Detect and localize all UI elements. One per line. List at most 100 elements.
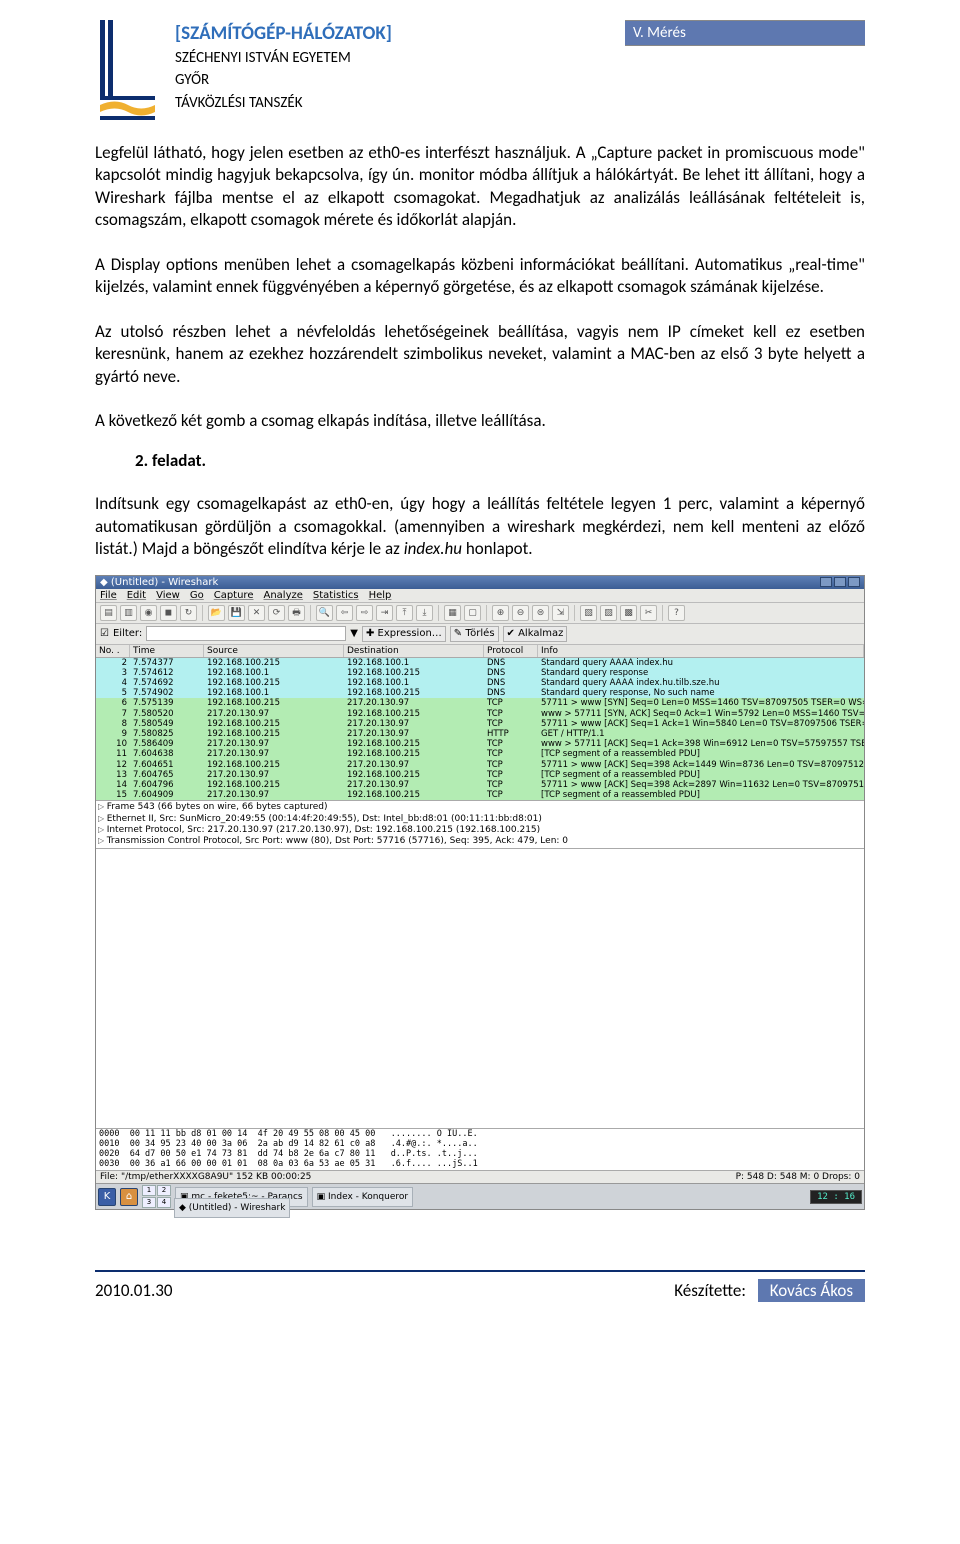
paragraph-4: A következő két gomb a csomag elkapás in…	[95, 410, 865, 432]
col-protocol[interactable]: Protocol	[484, 645, 538, 657]
dropdown-icon[interactable]: ▼	[350, 628, 358, 639]
paragraph-5: Indítsunk egy csomagelkapást az eth0-en,…	[95, 493, 865, 560]
menu-help[interactable]: Help	[369, 590, 392, 601]
menu-edit[interactable]: Edit	[127, 590, 146, 601]
tool-fwd-icon[interactable]: ⇨	[356, 605, 373, 621]
tool-print-icon[interactable]: 🖶	[288, 605, 305, 621]
kde-taskbar[interactable]: K ⌂ 1234 ▣ mc - fekete5:~ - Parancs ▣ In…	[96, 1183, 864, 1209]
tool-restart-icon[interactable]: ↻	[180, 605, 197, 621]
tool-back-icon[interactable]: ⇦	[336, 605, 353, 621]
menu-view[interactable]: View	[156, 590, 180, 601]
tool-zoom100-icon[interactable]: ⊜	[532, 605, 549, 621]
table-row[interactable]: 87.580549192.168.100.215217.20.130.97TCP…	[96, 719, 864, 729]
detail-line[interactable]: Transmission Control Protocol, Src Port:…	[98, 836, 862, 847]
table-row[interactable]: 147.604796192.168.100.215217.20.130.97TC…	[96, 780, 864, 790]
table-row[interactable]: 77.580520217.20.130.97192.168.100.215TCP…	[96, 709, 864, 719]
maximize-icon[interactable]	[834, 577, 846, 587]
paragraph-2: A Display options menüben lehet a csomag…	[95, 254, 865, 299]
table-row[interactable]: 67.575139192.168.100.215217.20.130.97TCP…	[96, 698, 864, 708]
tool-zoomin-icon[interactable]: ⊕	[492, 605, 509, 621]
packet-detail[interactable]: Frame 543 (66 bytes on wire, 66 bytes ca…	[96, 800, 864, 848]
tool-dispfilter-icon[interactable]: ▨	[600, 605, 617, 621]
window-title: (Untitled) - Wireshark	[111, 577, 218, 588]
col-source[interactable]: Source	[204, 645, 344, 657]
table-row[interactable]: 117.604638217.20.130.97192.168.100.215TC…	[96, 749, 864, 759]
kmenu-icon[interactable]: K	[98, 1188, 116, 1206]
tool-capfilter-icon[interactable]: ▧	[580, 605, 597, 621]
table-row[interactable]: 137.604765217.20.130.97192.168.100.215TC…	[96, 770, 864, 780]
tool-help-icon[interactable]: ?	[668, 605, 685, 621]
footer-label: Készítette:	[674, 1280, 746, 1301]
tool-last-icon[interactable]: ⤓	[416, 605, 433, 621]
tool-options-icon[interactable]: ▥	[120, 605, 137, 621]
tool-first-icon[interactable]: ⤒	[396, 605, 413, 621]
close-icon[interactable]	[848, 577, 860, 587]
taskbar-item[interactable]: ▣ Index - Konqueror	[312, 1187, 413, 1207]
clear-button[interactable]: ✎ Törlés	[450, 626, 499, 642]
packet-list[interactable]: 27.574377192.168.100.215192.168.100.1DNS…	[96, 658, 864, 801]
hex-dump[interactable]: 0000 00 11 11 bb d8 01 00 14 4f 20 49 55…	[96, 1128, 864, 1170]
table-row[interactable]: 27.574377192.168.100.215192.168.100.1DNS…	[96, 658, 864, 668]
menu-file[interactable]: File	[100, 590, 117, 601]
menu-statistics[interactable]: Statistics	[313, 590, 359, 601]
doc-title: [SZÁMÍTÓGÉP-HÁLÓZATOK]	[175, 22, 392, 45]
menu-capture[interactable]: Capture	[214, 590, 254, 601]
table-row[interactable]: 97.580825192.168.100.215217.20.130.97HTT…	[96, 729, 864, 739]
expression-button[interactable]: ✚ Expression…	[362, 626, 446, 642]
col-info[interactable]: Info	[538, 645, 864, 657]
statusbar: File: "/tmp/etherXXXXG8A9U" 152 KB 00:00…	[96, 1170, 864, 1183]
blank-area	[96, 848, 864, 1128]
minimize-icon[interactable]	[820, 577, 832, 587]
tool-prefs-icon[interactable]: ✂	[640, 605, 657, 621]
desktop-pager[interactable]: 1234	[142, 1185, 171, 1208]
detail-line[interactable]: Ethernet II, Src: SunMicro_20:49:55 (00:…	[98, 814, 862, 825]
detail-line[interactable]: Internet Protocol, Src: 217.20.130.97 (2…	[98, 825, 862, 836]
taskbar-item[interactable]: ◆ (Untitled) - Wireshark	[174, 1198, 290, 1218]
header-badge: V. Mérés	[625, 20, 865, 46]
footer-author: Kovács Ákos	[758, 1279, 865, 1302]
p5-text-b: honlapot.	[462, 538, 533, 559]
tool-open-icon[interactable]: 📂	[208, 605, 225, 621]
tool-zoomout-icon[interactable]: ⊖	[512, 605, 529, 621]
col-time[interactable]: Time	[130, 645, 204, 657]
status-file: File: "/tmp/etherXXXXG8A9U" 152 KB 00:00…	[100, 1172, 311, 1182]
tool-autoscroll-icon[interactable]: ▢	[464, 605, 481, 621]
table-row[interactable]: 47.574692192.168.100.215192.168.100.1DNS…	[96, 678, 864, 688]
clock[interactable]: 12 : 16	[810, 1190, 862, 1204]
col-no[interactable]: No. .	[96, 645, 130, 657]
detail-line[interactable]: Frame 543 (66 bytes on wire, 66 bytes ca…	[98, 802, 862, 813]
tool-start-icon[interactable]: ◉	[140, 605, 157, 621]
tool-resize-icon[interactable]: ⇲	[552, 605, 569, 621]
menu-analyze[interactable]: Analyze	[263, 590, 302, 601]
table-row[interactable]: 107.586409217.20.130.97192.168.100.215TC…	[96, 739, 864, 749]
wireshark-titlebar[interactable]: ◆ (Untitled) - Wireshark	[96, 576, 864, 589]
tool-coloring-icon[interactable]: ▩	[620, 605, 637, 621]
menubar[interactable]: File Edit View Go Capture Analyze Statis…	[96, 589, 864, 603]
tool-reload-icon[interactable]: ⟳	[268, 605, 285, 621]
tool-save-icon[interactable]: 💾	[228, 605, 245, 621]
tool-goto-icon[interactable]: ⇥	[376, 605, 393, 621]
status-packets: P: 548 D: 548 M: 0 Drops: 0	[736, 1172, 860, 1182]
tool-interfaces-icon[interactable]: ▤	[100, 605, 117, 621]
table-row[interactable]: 57.574902192.168.100.1192.168.100.215DNS…	[96, 688, 864, 698]
paragraph-3: Az utolsó részben lehet a névfeloldás le…	[95, 321, 865, 388]
tool-stop-icon[interactable]: ◼	[160, 605, 177, 621]
table-row[interactable]: 127.604651192.168.100.215217.20.130.97TC…	[96, 760, 864, 770]
apply-button[interactable]: ✔ Alkalmaz	[503, 626, 568, 642]
filter-input[interactable]	[146, 626, 346, 641]
tool-colorize-icon[interactable]: ▦	[444, 605, 461, 621]
footer-date: 2010.01.30	[95, 1280, 173, 1301]
home-icon[interactable]: ⌂	[120, 1188, 138, 1206]
packet-list-header[interactable]: No. . Time Source Destination Protocol I…	[96, 645, 864, 658]
tool-close-icon[interactable]: ✕	[248, 605, 265, 621]
col-dest[interactable]: Destination	[344, 645, 484, 657]
table-row[interactable]: 157.604909217.20.130.97192.168.100.215TC…	[96, 790, 864, 800]
page-footer: 2010.01.30 Készítette: Kovács Ákos	[95, 1270, 865, 1301]
tool-find-icon[interactable]: 🔍	[316, 605, 333, 621]
table-row[interactable]: 37.574612192.168.100.1192.168.100.215DNS…	[96, 668, 864, 678]
toolbar: ▤ ▥ ◉ ◼ ↻ 📂 💾 ✕ ⟳ 🖶 🔍 ⇦ ⇨ ⇥ ⤒ ⤓ ▦ ▢ ⊕ ⊖ …	[96, 603, 864, 624]
page-header: [SZÁMÍTÓGÉP-HÁLÓZATOK] V. Mérés SZÉCHENY…	[95, 20, 865, 120]
university-logo	[95, 20, 165, 120]
task-label: 2. feladat.	[135, 450, 865, 471]
menu-go[interactable]: Go	[190, 590, 204, 601]
